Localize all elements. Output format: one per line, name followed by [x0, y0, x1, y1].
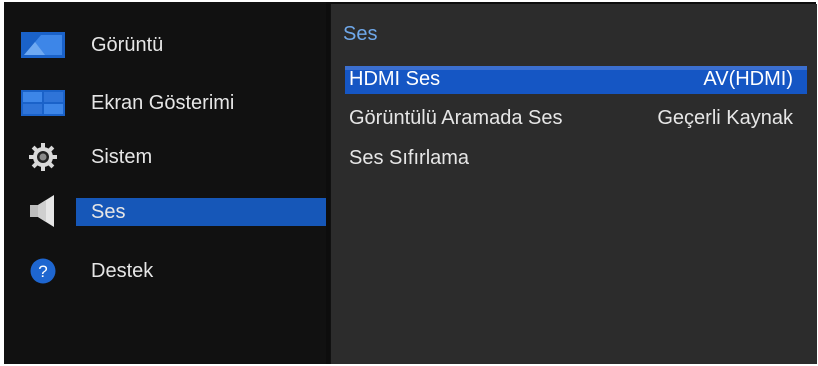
sidebar-item-onscreen-display[interactable]: Ekran Gösterimi	[4, 88, 326, 132]
sidebar-item-sound[interactable]: Ses	[4, 195, 326, 242]
row-label: Görüntülü Aramada Ses	[349, 107, 563, 129]
row-label: Ses Sıfırlama	[349, 147, 470, 169]
sidebar-item-system[interactable]: Sistem	[4, 142, 326, 186]
sidebar-item-picture[interactable]: Görüntü	[4, 30, 326, 74]
sidebar: Görüntü Ekran Gösterimi Sistem Ses ? Des…	[4, 2, 326, 364]
help-icon: ?	[21, 256, 65, 286]
menu-row-sound-reset[interactable]: Ses Sıfırlama	[345, 145, 807, 173]
row-label: HDMI Ses	[349, 68, 441, 90]
menu-row-video-call-sound[interactable]: Görüntülü Aramada Ses Geçerli Kaynak	[345, 105, 807, 133]
row-value: AV(HDMI)	[703, 68, 793, 90]
menu-row-hdmi-sound[interactable]: HDMI Ses AV(HDMI)	[345, 66, 807, 94]
sidebar-item-label: Görüntü	[91, 34, 164, 56]
sidebar-item-label: Destek	[91, 260, 154, 282]
picture-icon	[21, 30, 65, 60]
sidebar-item-support[interactable]: ? Destek	[4, 256, 326, 300]
row-value: Geçerli Kaynak	[657, 107, 793, 129]
sidebar-item-label: Ses	[91, 201, 126, 223]
svg-text:?: ?	[38, 262, 47, 281]
speaker-icon	[21, 195, 65, 227]
onscreen-display-icon	[21, 88, 65, 118]
submenu-panel: Ses HDMI Ses AV(HDMI) Görüntülü Aramada …	[330, 4, 817, 364]
sidebar-item-label: Sistem	[91, 146, 153, 168]
osd-frame: Görüntü Ekran Gösterimi Sistem Ses ? Des…	[4, 2, 817, 364]
panel-title: Ses	[343, 23, 378, 45]
sidebar-item-label: Ekran Gösterimi	[91, 92, 235, 114]
gear-icon	[21, 142, 65, 172]
